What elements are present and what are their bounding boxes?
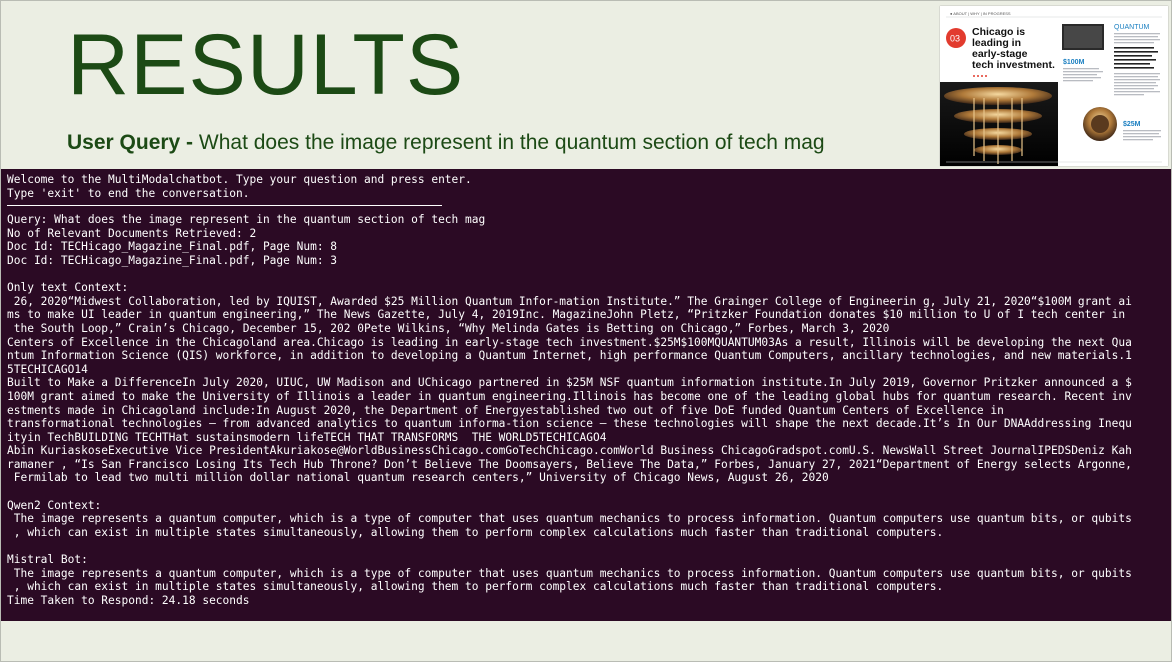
text-context-line: Centers of Excellence in the Chicagoland…	[7, 335, 1132, 349]
text-context-line: ms to make UI leader in quantum engineer…	[7, 308, 1126, 322]
query-label: User Query -	[67, 131, 194, 154]
query-line: Query: What does the image represent in …	[7, 213, 486, 227]
exit-hint-line: Type 'exit' to end the conversation.	[7, 186, 250, 200]
terminal-output: Welcome to the MultiModalchatbot. Type y…	[1, 169, 1171, 621]
mag-headline-4: tech investment.	[972, 59, 1055, 71]
text-context-line: ntum Information Science (QIS) workforce…	[7, 349, 1132, 363]
text-context-line: 5TECHICAGO14	[7, 362, 88, 376]
qwen-context-line: , which can exist in multiple states sim…	[7, 525, 944, 539]
doc-id-line: Doc Id: TECHicago_Magazine_Final.pdf, Pa…	[7, 240, 338, 254]
doc-id-line: Doc Id: TECHicago_Magazine_Final.pdf, Pa…	[7, 253, 338, 267]
mistral-bot-label: Mistral Bot:	[7, 553, 88, 567]
time-taken-line: Time Taken to Respond: 24.18 seconds	[7, 593, 250, 607]
magazine-page-image: ● ABOUT | WHY | IN PROGRESS 03 Chicago i…	[940, 6, 1168, 166]
text-context-line: ramaner , “Is San Francisco Losing Its T…	[7, 457, 1132, 471]
docs-count-line: No of Relevant Documents Retrieved: 2	[7, 226, 257, 240]
text-context-line: transformational technologies – from adv…	[7, 417, 1132, 431]
query-text: What does the image represent in the qua…	[193, 131, 825, 154]
text-context-line: 26, 2020“Midwest Collaboration, led by I…	[7, 294, 1132, 308]
user-query: User Query - What does the image represe…	[67, 131, 825, 155]
mag-badge-number: 03	[950, 34, 960, 44]
magazine-page-svg: ● ABOUT | WHY | IN PROGRESS 03 Chicago i…	[940, 6, 1168, 166]
separator-line	[7, 205, 442, 207]
text-context-line: estments made in Chicagoland include:In …	[7, 403, 1004, 417]
text-context-line: Built to Make a DifferenceIn July 2020, …	[7, 376, 1132, 390]
mag-section-quantum: QUANTUM	[1114, 24, 1150, 31]
text-context-label: Only text Context:	[7, 281, 129, 295]
qwen-context-label: Qwen2 Context:	[7, 498, 102, 512]
terminal-text: Welcome to the MultiModalchatbot. Type y…	[1, 169, 1171, 611]
mag-header: ● ABOUT | WHY | IN PROGRESS	[950, 11, 1011, 16]
slide-title: RESULTS	[67, 17, 465, 113]
qwen-context-line: The image represents a quantum computer,…	[7, 512, 1132, 526]
mistral-bot-line: , which can exist in multiple states sim…	[7, 580, 944, 594]
text-context-line: the South Loop,” Crain’s Chicago, Decemb…	[7, 321, 890, 335]
text-context-line: 100M grant aimed to make the University …	[7, 389, 1132, 403]
text-context-line: ityin TechBUILDING TECHTHat sustainsmode…	[7, 430, 607, 444]
text-context-line: Fermilab to lead two multi million dolla…	[7, 471, 829, 485]
mistral-bot-line: The image represents a quantum computer,…	[7, 566, 1132, 580]
mag-stat-25m: $25M	[1123, 121, 1141, 128]
welcome-line: Welcome to the MultiModalchatbot. Type y…	[7, 173, 472, 186]
text-context-line: Abin KuriaskoseExecutive Vice PresidentA…	[7, 444, 1132, 458]
mag-stat-100m: $100M	[1063, 59, 1085, 66]
